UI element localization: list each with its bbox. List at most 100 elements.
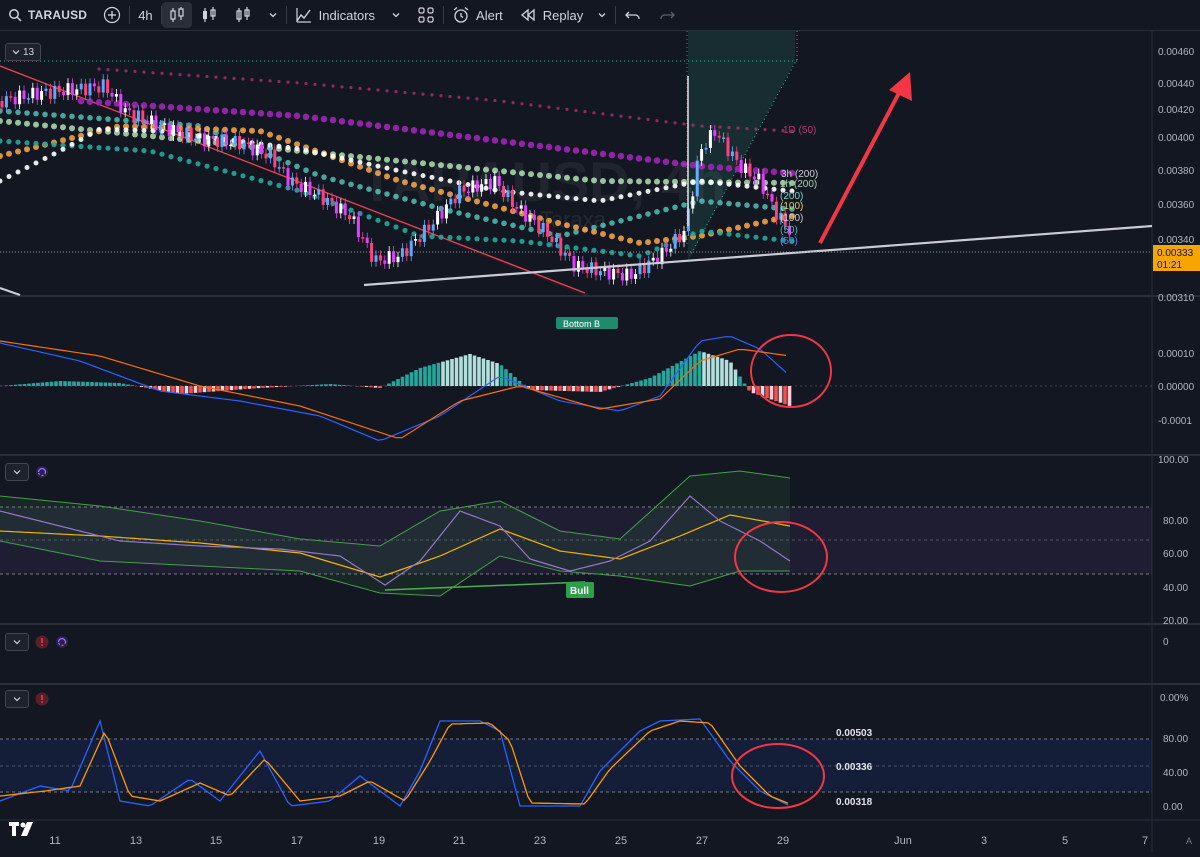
stoch-pane-legend[interactable] [5,690,49,708]
ma-dot [772,129,775,132]
empty-pane-collapse-button[interactable] [5,633,29,651]
legend-collapse-button[interactable]: 13 [5,43,41,61]
macd-tick: -0.0001 [1158,416,1192,427]
error-icon[interactable] [35,635,49,649]
histogram-bar [549,386,553,391]
chart-area[interactable]: TARAUSD, 4h Taraxa 1D (50) 3h (200) 1h (… [0,31,1200,852]
ma-dot [24,146,30,152]
histogram-bar [329,384,333,386]
replay-button[interactable]: Replay [511,0,615,30]
ma-dot [511,101,514,104]
interval-button[interactable]: 4h [130,0,160,30]
candle-body [273,150,276,168]
histogram-bar [86,382,90,386]
alert-button[interactable]: Alert [444,0,511,30]
candles-chart-type-button[interactable] [192,0,226,30]
candle-body [168,123,171,136]
main-pane-legend[interactable]: 13 [5,43,41,61]
date-axis[interactable]: 11131517192123252729Jun357 [49,835,1148,847]
histogram-bar [662,371,666,386]
ma-dot [303,167,309,173]
rsi-pane[interactable]: Bull 100.00 80.00 60.00 40.00 20.00 [0,455,1189,627]
stochastic-pane[interactable]: 0.00503 0.00336 0.00318 0.00% 80.00 40.0… [0,693,1188,813]
ma-dot [771,180,777,186]
indicators-button[interactable]: Indicators [287,0,383,30]
histogram-bar [725,360,729,386]
ma-dot [25,165,30,170]
macd-axis[interactable]: 0.00010 0.00000 -0.0001 [1158,349,1195,427]
stoch-collapse-button[interactable] [5,690,29,708]
ma-dot [51,142,56,147]
ma-dot [673,121,676,124]
symbol-search[interactable]: TARAUSD [0,0,95,30]
chart-canvas[interactable]: TARAUSD, 4h Taraxa 1D (50) 3h (200) 1h (… [0,31,1200,852]
empty-indicator-pane[interactable]: 0 [1163,637,1169,648]
loading-spinner-icon [35,465,49,479]
candle-body [353,216,356,219]
histogram-bar [603,386,607,391]
rsi-collapse-button[interactable] [5,463,29,481]
ma-dot [159,103,166,110]
histogram-bar [401,377,405,386]
ma-dot [492,218,498,224]
ma-dot [240,127,246,133]
undo-button[interactable] [616,0,650,30]
main-price-axis[interactable]: 0.00460 0.00440 0.00420 0.00400 0.00380 … [1153,47,1200,304]
ma-dot [258,128,264,134]
candle-body [533,215,536,220]
ma-dot [241,77,244,80]
ma-dot [664,120,667,123]
ma-dot [547,106,550,109]
histogram-bar [635,382,639,386]
tradingview-logo-icon[interactable] [9,822,39,836]
ma-dot [465,236,470,241]
ma-dot [169,72,172,75]
chart-type-dropdown[interactable] [260,0,286,30]
date-tick: 25 [615,835,627,847]
stoch-axis[interactable]: 0.00% 80.00 40.00 0.00 [1160,693,1188,813]
ma-dot [348,182,354,188]
ma-dot [609,233,615,239]
candle-body [234,136,237,145]
ma-dot [177,105,184,112]
ma-dot [304,82,307,85]
hollow-candles-chart-type-button[interactable] [226,0,260,30]
ma-dot [0,179,3,184]
ma-dot [331,154,336,159]
stoch-tick: 40.00 [1163,768,1188,779]
macd-line [0,337,786,441]
error-icon[interactable] [35,692,49,706]
auto-scale-label[interactable]: A [1186,836,1192,846]
main-price-pane[interactable]: TARAUSD, 4h Taraxa 1D (50) 3h (200) 1h (… [0,31,1200,329]
candle-body [529,215,532,222]
indicator-templates-button[interactable] [409,0,443,30]
ma-dot [609,220,615,226]
ma-dot [321,174,327,180]
histogram-bar [657,373,661,386]
rsi-axis[interactable]: 100.00 80.00 60.00 40.00 20.00 [1158,455,1189,627]
ma-dot [78,98,85,105]
top-toolbar: TARAUSD 4h [0,0,1200,31]
candle-body [67,83,70,95]
redo-button[interactable] [650,0,684,30]
rsi-pane-legend[interactable] [5,463,49,481]
ma-dot [150,133,156,139]
ma-dot [6,139,11,144]
ma-dot [744,223,750,229]
bars-chart-type-button[interactable] [162,2,192,28]
histogram-bar [387,384,391,387]
ma-dot [69,135,75,141]
empty-pane-legend[interactable] [5,633,69,651]
ma-dot [556,107,559,110]
candle-body [1,101,4,107]
candle-body [225,135,228,145]
ma-dot [538,104,541,107]
ma-dot [295,146,300,151]
compare-symbol-button[interactable] [95,0,129,30]
histogram-bar [9,385,13,386]
indicators-dropdown[interactable] [383,0,409,30]
candle-body [410,241,413,256]
ma-dot [43,156,48,161]
ma-dot [357,120,364,127]
macd-pane[interactable]: 0.00010 0.00000 -0.0001 [0,335,1195,440]
